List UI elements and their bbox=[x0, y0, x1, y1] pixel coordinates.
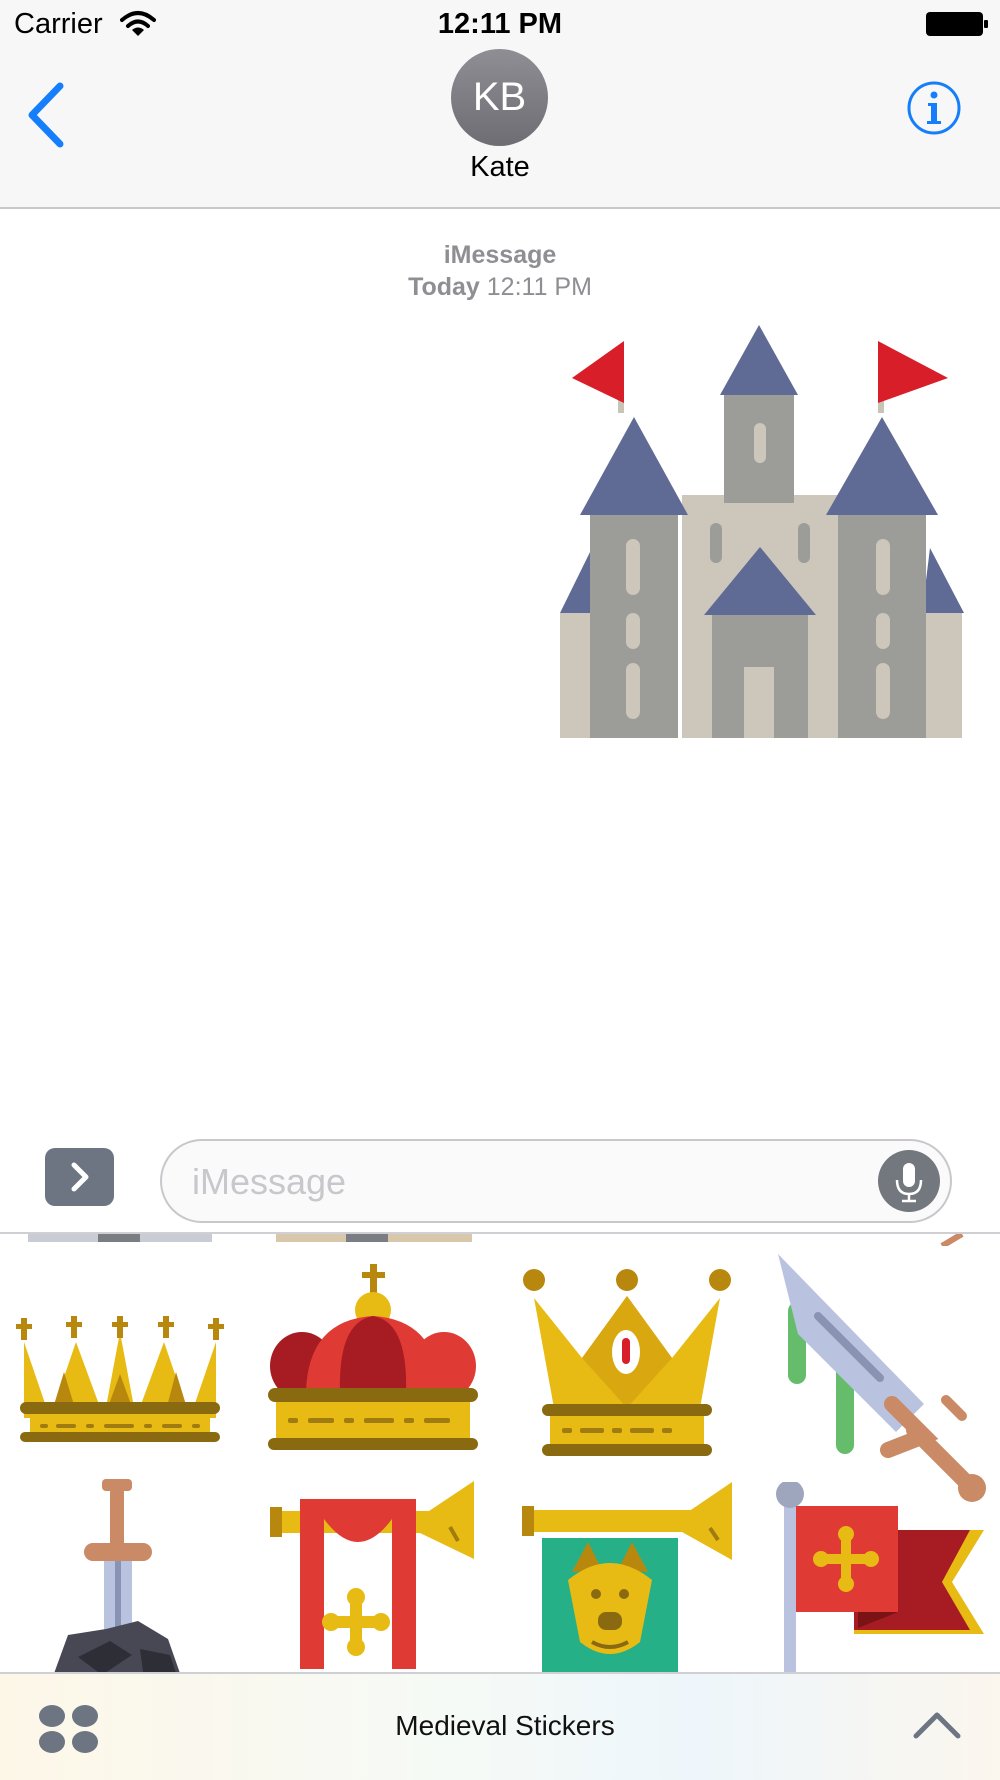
service-label: iMessage bbox=[443, 241, 557, 269]
navigation-bar: KB Kate bbox=[0, 48, 1000, 209]
message-placeholder: iMessage bbox=[192, 1161, 347, 1202]
status-bar: Carrier 12:11 PM bbox=[0, 0, 1000, 48]
crown-spikes-sticker[interactable] bbox=[16, 1282, 224, 1442]
partial-sticker bbox=[940, 1234, 964, 1246]
message-input[interactable]: iMessage bbox=[160, 1139, 952, 1223]
chevron-right-icon bbox=[71, 1162, 89, 1192]
battery-icon bbox=[926, 12, 988, 36]
status-time: 12:11 PM bbox=[437, 8, 563, 40]
dictation-button[interactable] bbox=[878, 1150, 940, 1212]
compose-bar: iMessage bbox=[0, 1128, 1000, 1234]
sticker-browser bbox=[0, 1234, 1000, 1672]
message-timestamp: Today 12:11 PM bbox=[0, 273, 1000, 302]
red-crown-sticker[interactable] bbox=[268, 1262, 478, 1462]
info-icon[interactable] bbox=[906, 80, 962, 136]
chevron-up-icon[interactable] bbox=[912, 1710, 962, 1740]
expand-apps-button[interactable] bbox=[45, 1148, 114, 1206]
timestamp-day: Today bbox=[408, 273, 480, 301]
partial-sticker bbox=[346, 1234, 388, 1242]
contact-avatar[interactable]: KB bbox=[451, 49, 548, 146]
app-drawer-bar: Medieval Stickers bbox=[0, 1672, 1000, 1780]
gold-crown-sticker[interactable] bbox=[522, 1268, 732, 1468]
timestamp-time: 12:11 PM bbox=[486, 273, 592, 301]
castle-sticker[interactable] bbox=[552, 323, 968, 738]
partial-sticker bbox=[98, 1234, 140, 1242]
contact-name[interactable]: Kate bbox=[0, 151, 1000, 184]
back-chevron-icon[interactable] bbox=[24, 80, 68, 150]
app-name-label: Medieval Stickers bbox=[395, 1710, 615, 1741]
dagger-sticker[interactable] bbox=[774, 1254, 990, 1504]
trumpet-wolf-banner-sticker[interactable] bbox=[522, 1482, 732, 1672]
sword-in-stone-sticker[interactable] bbox=[48, 1479, 188, 1672]
trumpet-red-banner-sticker[interactable] bbox=[270, 1479, 478, 1672]
microphone-icon bbox=[895, 1163, 923, 1203]
red-flag-sticker[interactable] bbox=[774, 1482, 984, 1672]
